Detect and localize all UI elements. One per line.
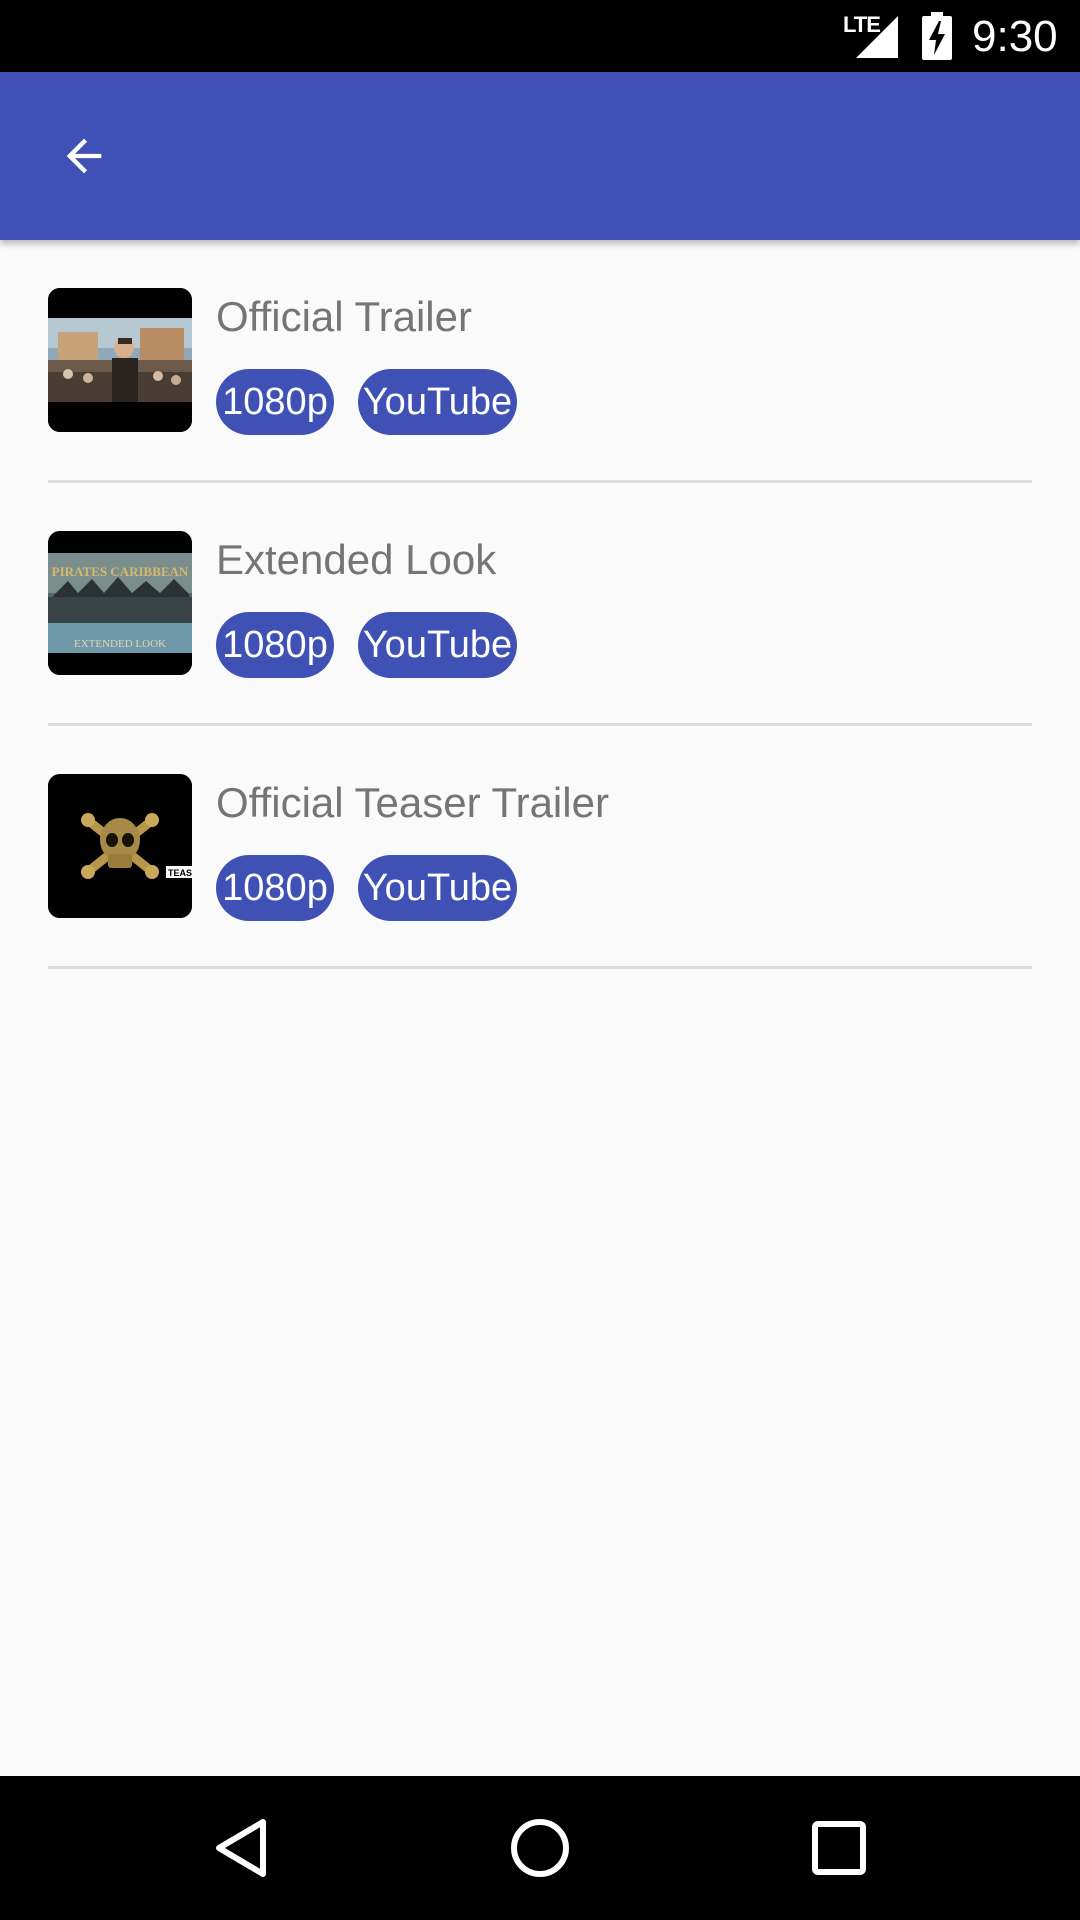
nav-back-button[interactable] [196, 1803, 286, 1893]
nav-recents-button[interactable] [794, 1803, 884, 1893]
quality-chip: 1080p [216, 612, 334, 678]
site-chip: YouTube [358, 612, 517, 678]
clock: 9:30 [972, 12, 1058, 61]
quality-chip: 1080p [216, 369, 334, 435]
status-bar: LTE 9:30 [0, 0, 1080, 72]
official-trailer-thumbnail [48, 288, 192, 432]
screen: LTE 9:30 Official Trailer 1080p YouTube … [0, 0, 1080, 1920]
navigation-bar [0, 1776, 1080, 1920]
quality-chip: 1080p [216, 855, 334, 921]
extended-look-thumbnail: PIRATES CARIBBEAN EXTENDED LOOK [48, 531, 192, 675]
nav-home-button[interactable] [495, 1803, 585, 1893]
thumbnail-badge-text: TEAS [168, 868, 192, 878]
thumbnail-subtitle-text: EXTENDED LOOK [74, 638, 166, 650]
site-chip: YouTube [358, 855, 517, 921]
back-button[interactable] [36, 108, 132, 204]
list-item[interactable]: Official Trailer 1080p YouTube [0, 240, 1080, 483]
list-item[interactable]: TEAS Official Teaser Trailer 1080p YouTu… [0, 726, 1080, 969]
divider [48, 966, 1032, 969]
teaser-trailer-thumbnail: TEAS [48, 774, 192, 918]
app-bar [0, 72, 1080, 240]
nav-recents-icon [812, 1821, 866, 1875]
network-type-label: LTE [843, 12, 881, 37]
nav-back-icon [216, 1819, 266, 1877]
thumbnail-title-text: PIRATES CARIBBEAN [52, 564, 189, 579]
list-item[interactable]: PIRATES CARIBBEAN EXTENDED LOOK Extended… [0, 483, 1080, 726]
battery-charging-icon [922, 12, 952, 60]
nav-home-icon [511, 1819, 569, 1877]
arrow-back-icon [66, 138, 102, 174]
video-title: Extended Look [216, 536, 497, 583]
video-title: Official Teaser Trailer [216, 779, 609, 826]
video-list: Official Trailer 1080p YouTube PIRATES C… [0, 240, 1080, 969]
video-title: Official Trailer [216, 293, 472, 340]
site-chip: YouTube [358, 369, 517, 435]
